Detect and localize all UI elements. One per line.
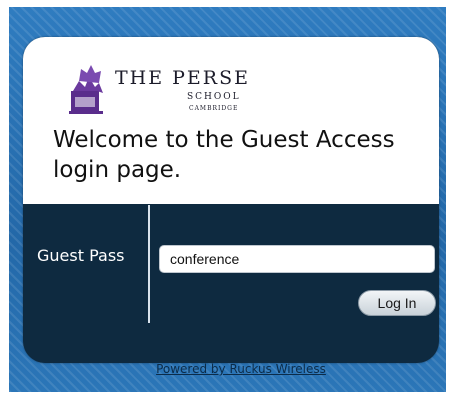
guest-pass-input[interactable]	[159, 245, 435, 273]
logo-location: CAMBRIDGE	[189, 105, 239, 112]
powered-by-link[interactable]: Powered by Ruckus Wireless	[136, 362, 346, 376]
guest-pass-label: Guest Pass	[37, 246, 125, 265]
school-crest-icon	[69, 65, 103, 114]
login-button[interactable]: Log In	[358, 290, 436, 316]
login-card: THE PERSE SCHOOL CAMBRIDGE Welcome to th…	[23, 37, 439, 363]
welcome-heading: Welcome to the Guest Access login page.	[53, 127, 395, 183]
page-background: THE PERSE SCHOOL CAMBRIDGE Welcome to th…	[9, 7, 446, 392]
school-logo: THE PERSE SCHOOL CAMBRIDGE	[65, 61, 255, 121]
form-divider	[148, 205, 150, 323]
logo-subtitle: SCHOOL	[187, 92, 241, 102]
card-header: THE PERSE SCHOOL CAMBRIDGE Welcome to th…	[23, 37, 439, 204]
logo-title: THE PERSE	[115, 67, 250, 89]
